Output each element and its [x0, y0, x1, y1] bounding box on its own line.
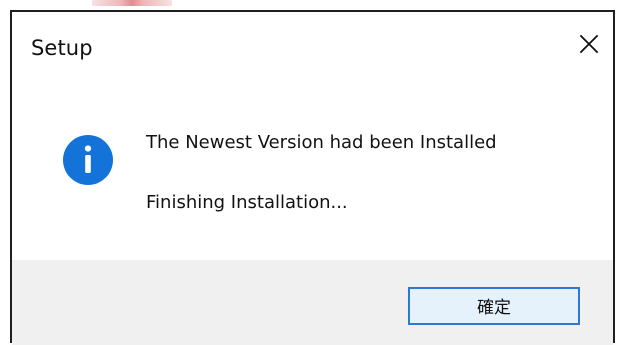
- close-icon: [579, 34, 599, 54]
- dialog-message-secondary: Finishing Installation...: [146, 192, 348, 213]
- top-edge-mark: [92, 0, 172, 6]
- title-bar: Setup: [12, 12, 613, 82]
- screen: Setup The Newest Version had been Instal…: [0, 0, 621, 345]
- info-icon: [63, 135, 113, 185]
- dialog-message-primary: The Newest Version had been Installed: [146, 132, 497, 153]
- setup-dialog: Setup The Newest Version had been Instal…: [10, 10, 615, 345]
- close-button[interactable]: [575, 30, 603, 58]
- ok-button[interactable]: 確定: [408, 287, 580, 325]
- dialog-footer: 確定: [12, 260, 613, 345]
- window-title: Setup: [31, 36, 93, 60]
- ok-button-label: 確定: [477, 297, 511, 318]
- dialog-content: The Newest Version had been Installed Fi…: [12, 82, 613, 260]
